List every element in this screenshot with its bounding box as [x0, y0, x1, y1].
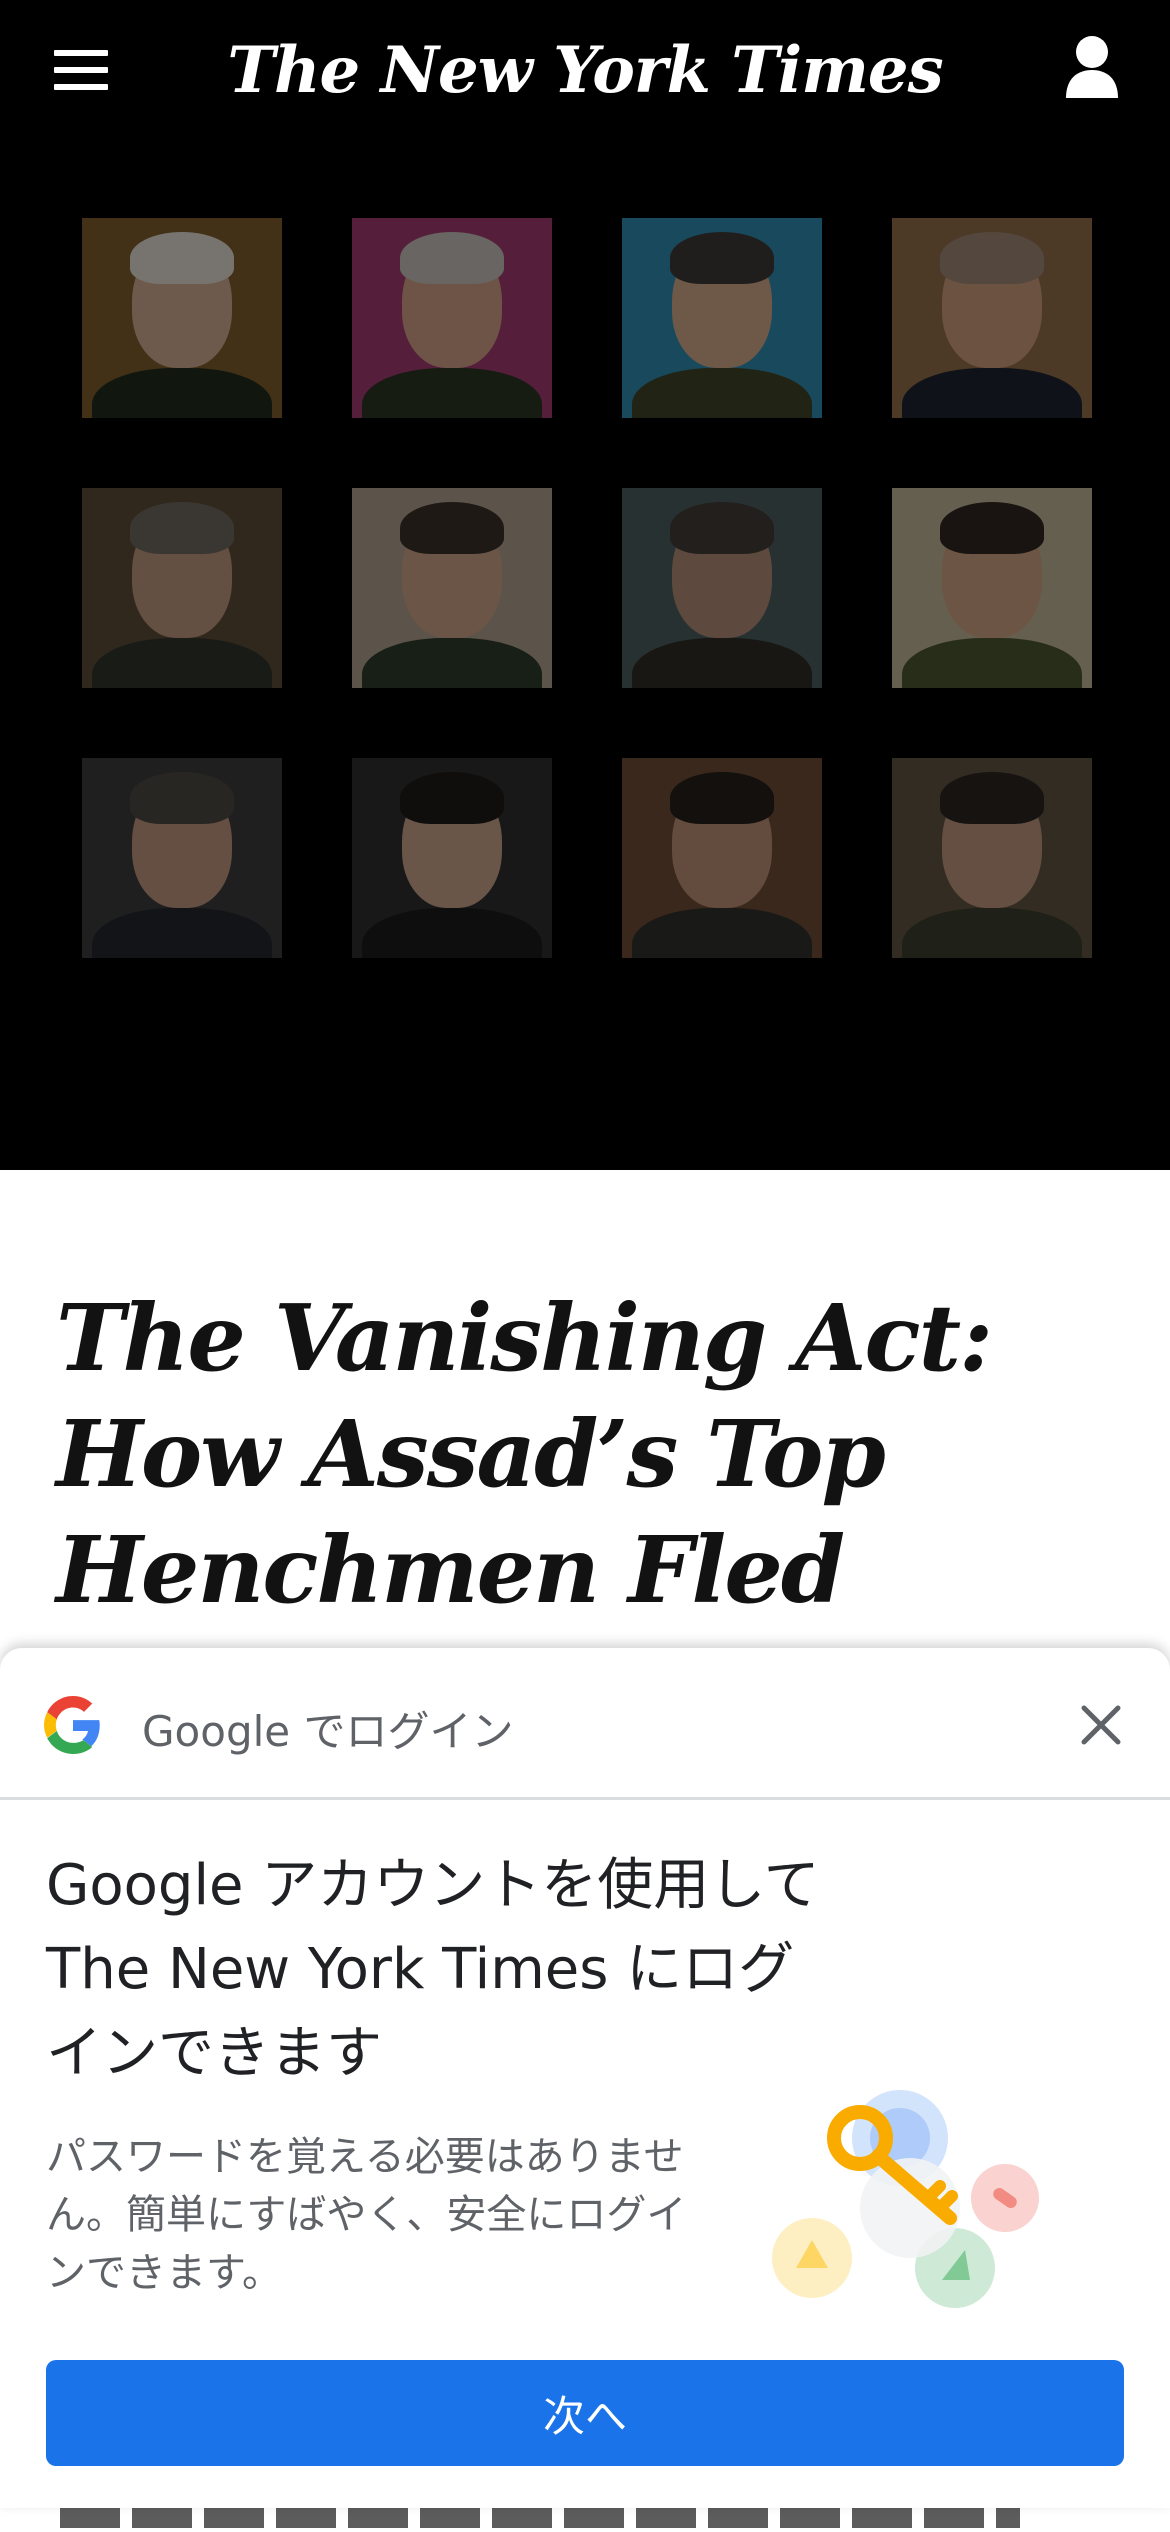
portrait-photo — [82, 488, 282, 688]
portrait-photo — [82, 218, 282, 418]
portrait-photo — [352, 218, 552, 418]
menu-icon-bar — [54, 50, 108, 56]
key-illustration-icon — [772, 2090, 1039, 2308]
portrait-photo — [892, 488, 1092, 688]
google-signin-heading: Google アカウントを使用して The New York Times にログ… — [46, 1853, 820, 2086]
google-signin-description: パスワードを覚える必要はありません。簡単にすばやく、安全にログインできます。 — [46, 2134, 687, 2296]
google-signin-sheet: Google でログイン Google アカウントを使用して The New Y… — [0, 1648, 1170, 2508]
close-icon[interactable] — [1076, 1700, 1126, 1750]
portrait-photo — [892, 758, 1092, 958]
nyt-logo[interactable]: The New York Times — [227, 33, 943, 108]
menu-button[interactable] — [54, 50, 108, 90]
portrait-photo — [352, 488, 552, 688]
portrait-photo — [892, 218, 1092, 418]
account-button[interactable] — [1064, 34, 1120, 100]
portrait-photo — [622, 218, 822, 418]
google-signin-header: Google でログイン — [0, 1648, 1170, 1800]
nyt-header: The New York Times — [0, 0, 1170, 140]
menu-icon-bar — [54, 84, 108, 90]
google-signin-title: Google でログイン — [142, 1707, 514, 1756]
google-g-icon — [44, 1696, 100, 1754]
portrait-photo — [352, 758, 552, 958]
portrait-photo — [82, 758, 282, 958]
next-button[interactable]: 次へ — [46, 2360, 1124, 2466]
portrait-photo — [622, 488, 822, 688]
account-icon — [1066, 36, 1118, 98]
hero-image-grid — [0, 140, 1170, 1170]
portrait-photo — [622, 758, 822, 958]
menu-icon-bar — [54, 67, 108, 73]
